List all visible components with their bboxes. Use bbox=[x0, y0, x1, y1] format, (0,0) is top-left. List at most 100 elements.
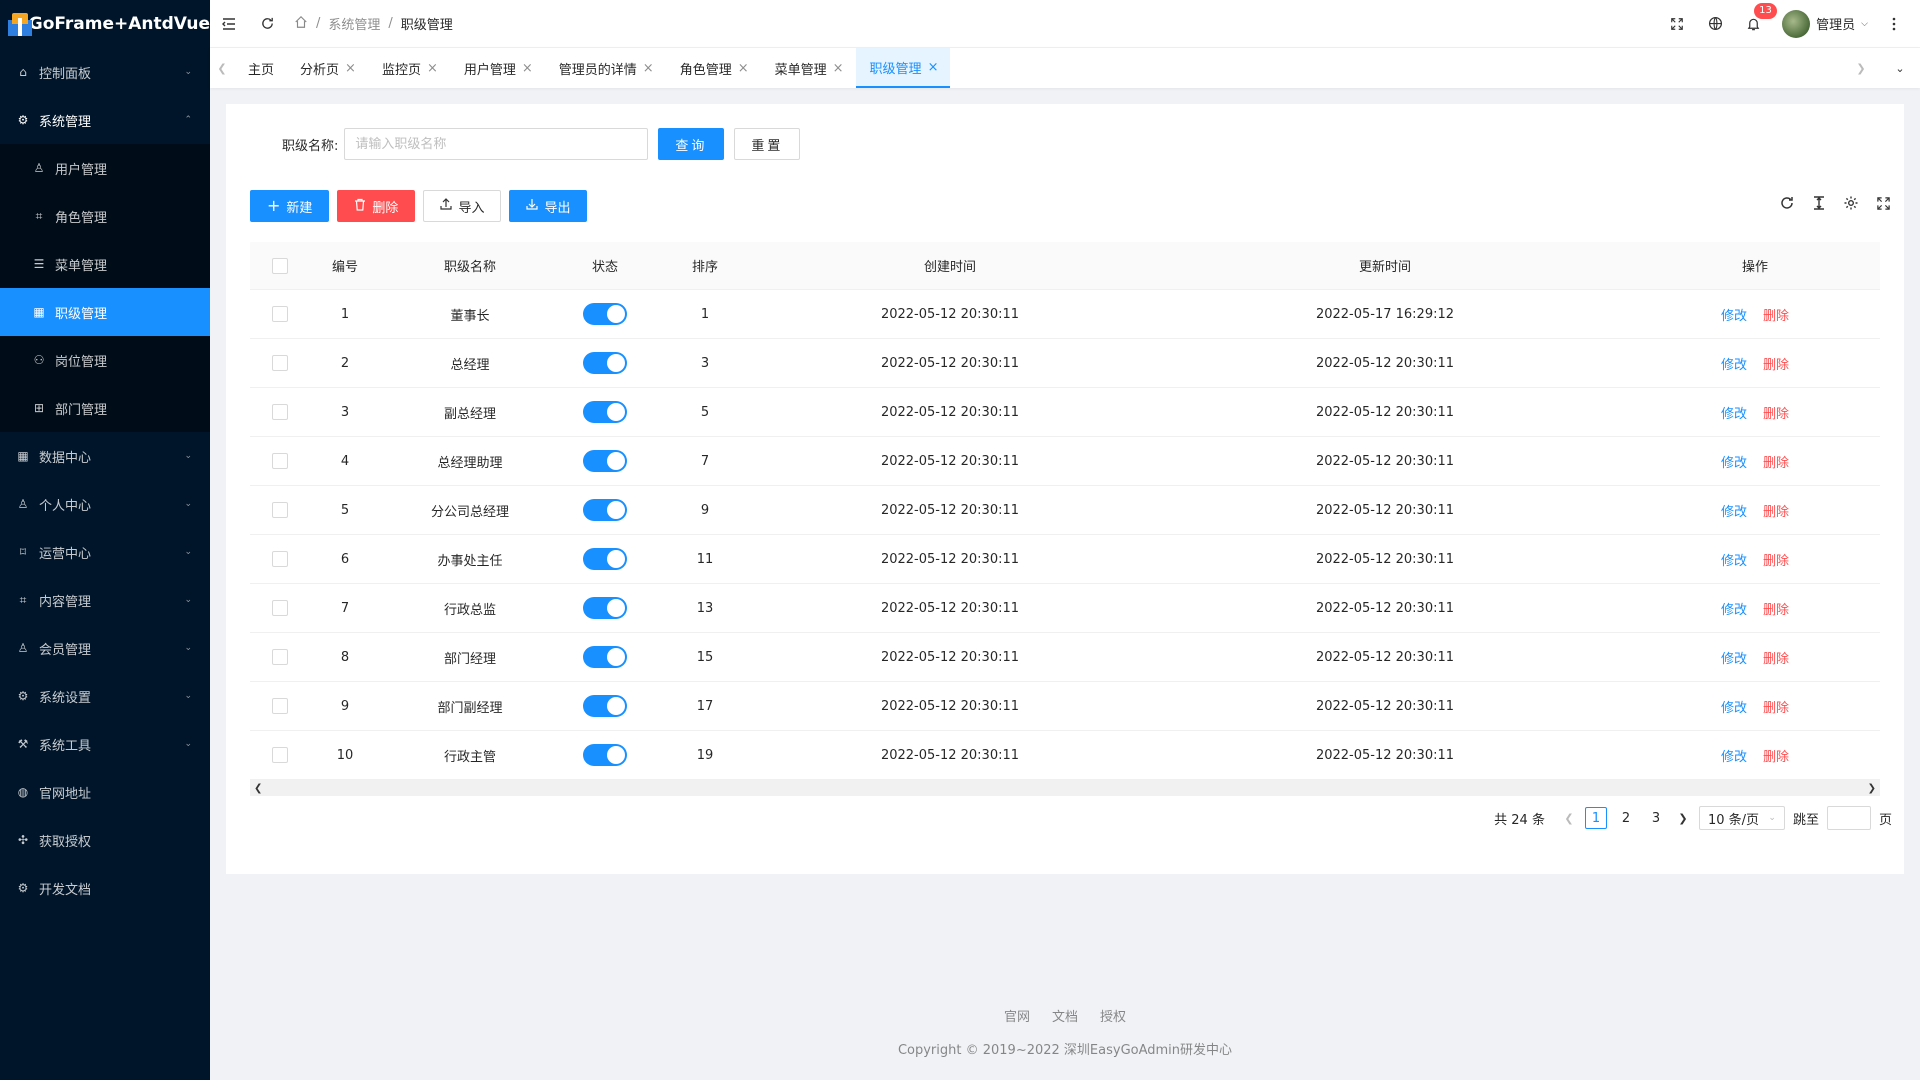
row-checkbox[interactable] bbox=[272, 600, 288, 616]
close-icon[interactable]: × bbox=[833, 61, 844, 76]
tab[interactable]: 用户管理 × bbox=[450, 48, 545, 88]
delete-link[interactable]: 删除 bbox=[1763, 403, 1789, 422]
sidebar-item[interactable]: ⚙ 开发文档 bbox=[0, 864, 210, 912]
scroll-left-icon[interactable]: ❮ bbox=[254, 783, 262, 794]
edit-link[interactable]: 修改 bbox=[1721, 305, 1747, 324]
status-switch[interactable] bbox=[583, 450, 627, 472]
more-vertical-icon[interactable] bbox=[1882, 0, 1906, 48]
sidebar-item[interactable]: ◍ 官网地址 bbox=[0, 768, 210, 816]
status-switch[interactable] bbox=[583, 352, 627, 374]
delete-link[interactable]: 删除 bbox=[1763, 305, 1789, 324]
close-icon[interactable]: × bbox=[643, 61, 654, 76]
sidebar-item[interactable]: ⚙ 系统管理 ⌃ bbox=[0, 96, 210, 144]
tab[interactable]: 管理员的详情 × bbox=[545, 48, 666, 88]
row-checkbox[interactable] bbox=[272, 649, 288, 665]
sidebar-item[interactable]: ⚙ 系统设置 ⌄ bbox=[0, 672, 210, 720]
user-menu[interactable]: 管理员 ⌵ bbox=[1782, 9, 1868, 38]
edit-link[interactable]: 修改 bbox=[1721, 599, 1747, 618]
home-icon[interactable] bbox=[294, 15, 308, 33]
row-checkbox[interactable] bbox=[272, 404, 288, 420]
delete-button[interactable]: 删除 bbox=[337, 190, 416, 222]
fullscreen-table-icon[interactable] bbox=[1874, 194, 1892, 212]
delete-link[interactable]: 删除 bbox=[1763, 648, 1789, 667]
next-page-icon[interactable]: ❯ bbox=[1675, 812, 1691, 825]
reset-button[interactable]: 重置 bbox=[734, 128, 801, 160]
sidebar-item[interactable]: ▦ 职级管理 bbox=[0, 288, 210, 336]
sidebar-item[interactable]: ▦ 数据中心 ⌄ bbox=[0, 432, 210, 480]
collapse-menu-icon[interactable] bbox=[210, 0, 248, 48]
sidebar-item[interactable]: ✣ 获取授权 bbox=[0, 816, 210, 864]
status-switch[interactable] bbox=[583, 646, 627, 668]
status-switch[interactable] bbox=[583, 744, 627, 766]
refresh-icon[interactable] bbox=[248, 0, 286, 48]
sidebar-item[interactable]: ⌂ 控制面板 ⌄ bbox=[0, 48, 210, 96]
row-checkbox[interactable] bbox=[272, 453, 288, 469]
fullscreen-icon[interactable] bbox=[1658, 0, 1696, 48]
edit-link[interactable]: 修改 bbox=[1721, 648, 1747, 667]
row-checkbox[interactable] bbox=[272, 551, 288, 567]
edit-link[interactable]: 修改 bbox=[1721, 501, 1747, 520]
close-icon[interactable]: × bbox=[427, 61, 438, 76]
horizontal-scrollbar[interactable]: ❮ ❯ bbox=[250, 780, 1880, 796]
edit-link[interactable]: 修改 bbox=[1721, 746, 1747, 765]
delete-link[interactable]: 删除 bbox=[1763, 501, 1789, 520]
select-all-checkbox[interactable] bbox=[272, 257, 288, 274]
sidebar-item[interactable]: ⚇ 岗位管理 bbox=[0, 336, 210, 384]
status-switch[interactable] bbox=[583, 303, 627, 325]
page-1[interactable]: 1 bbox=[1584, 807, 1607, 829]
delete-link[interactable]: 删除 bbox=[1763, 746, 1789, 765]
status-switch[interactable] bbox=[583, 499, 627, 521]
tabs-dropdown-chevron-icon[interactable]: ⌄ bbox=[1880, 48, 1920, 88]
status-switch[interactable] bbox=[583, 597, 627, 619]
tabs-scroll-left-icon[interactable]: ❮ bbox=[210, 48, 234, 88]
status-switch[interactable] bbox=[583, 548, 627, 570]
tab[interactable]: 角色管理 × bbox=[666, 48, 761, 88]
prev-page-icon[interactable]: ❮ bbox=[1561, 812, 1577, 825]
page-size-select[interactable]: 10 条/页 ⌄ bbox=[1698, 806, 1785, 830]
tab[interactable]: 分析页 × bbox=[286, 48, 368, 88]
tab[interactable]: 职级管理 × bbox=[855, 48, 951, 88]
edit-link[interactable]: 修改 bbox=[1721, 403, 1747, 422]
sidebar-item[interactable]: ⚒ 系统工具 ⌄ bbox=[0, 720, 210, 768]
reload-icon[interactable] bbox=[1778, 194, 1796, 212]
status-switch[interactable] bbox=[583, 401, 627, 423]
footer-link-license[interactable]: 授权 bbox=[1100, 1006, 1126, 1025]
delete-link[interactable]: 删除 bbox=[1763, 550, 1789, 569]
scroll-right-icon[interactable]: ❯ bbox=[1868, 783, 1876, 794]
row-checkbox[interactable] bbox=[272, 698, 288, 714]
app-logo[interactable]: GoFrame+AntdVue bbox=[0, 0, 210, 48]
close-icon[interactable]: × bbox=[522, 61, 533, 76]
breadcrumb-item[interactable]: 系统管理 bbox=[328, 14, 380, 33]
sidebar-item[interactable]: ⌗ 角色管理 bbox=[0, 192, 210, 240]
tabs-scroll-right-icon[interactable]: ❯ bbox=[1842, 48, 1880, 88]
row-checkbox[interactable] bbox=[272, 355, 288, 371]
delete-link[interactable]: 删除 bbox=[1763, 599, 1789, 618]
row-checkbox[interactable] bbox=[272, 306, 288, 322]
edit-link[interactable]: 修改 bbox=[1721, 354, 1747, 373]
new-button[interactable]: + 新建 bbox=[250, 190, 330, 222]
close-icon[interactable]: × bbox=[345, 61, 356, 76]
query-button[interactable]: 查询 bbox=[658, 128, 725, 160]
sidebar-item[interactable]: ♙ 用户管理 bbox=[0, 144, 210, 192]
tab[interactable]: 主页 bbox=[234, 48, 286, 88]
sidebar-item[interactable]: ♙ 会员管理 ⌄ bbox=[0, 624, 210, 672]
edit-link[interactable]: 修改 bbox=[1721, 550, 1747, 569]
delete-link[interactable]: 删除 bbox=[1763, 697, 1789, 716]
language-globe-icon[interactable] bbox=[1696, 0, 1734, 48]
row-checkbox[interactable] bbox=[272, 747, 288, 763]
edit-link[interactable]: 修改 bbox=[1721, 452, 1747, 471]
tab[interactable]: 菜单管理 × bbox=[761, 48, 856, 88]
row-checkbox[interactable] bbox=[272, 502, 288, 518]
export-button[interactable]: 导出 bbox=[509, 190, 588, 222]
page-2[interactable]: 2 bbox=[1615, 807, 1637, 829]
sidebar-item[interactable]: ☰ 菜单管理 bbox=[0, 240, 210, 288]
footer-link-website[interactable]: 官网 bbox=[1004, 1006, 1030, 1025]
delete-link[interactable]: 删除 bbox=[1763, 354, 1789, 373]
rank-name-search-input[interactable] bbox=[344, 128, 649, 160]
sidebar-item[interactable]: ♙ 个人中心 ⌄ bbox=[0, 480, 210, 528]
footer-link-docs[interactable]: 文档 bbox=[1052, 1006, 1078, 1025]
notification-bell-icon[interactable]: 13 bbox=[1734, 0, 1777, 48]
close-icon[interactable]: × bbox=[738, 61, 749, 76]
sidebar-item[interactable]: ⌑ 运营中心 ⌄ bbox=[0, 528, 210, 576]
column-settings-gear-icon[interactable] bbox=[1842, 194, 1860, 212]
